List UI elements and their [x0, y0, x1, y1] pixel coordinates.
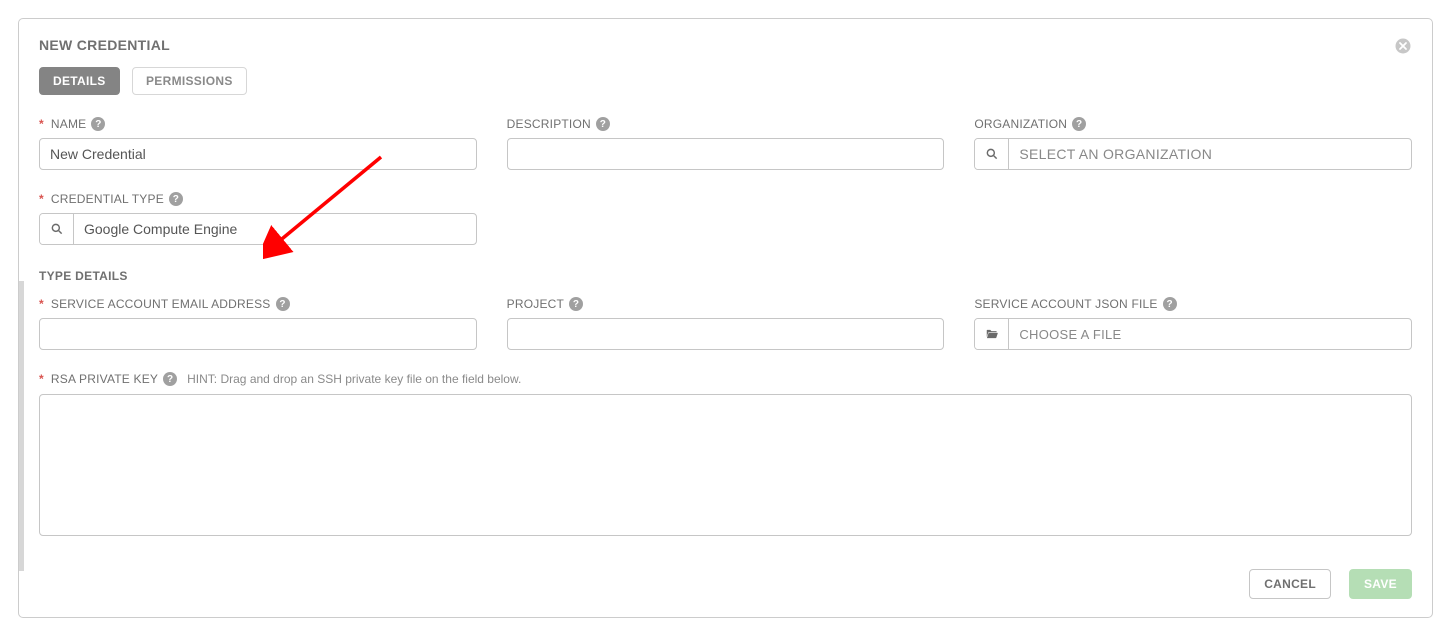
name-input[interactable]: [39, 138, 477, 170]
description-input[interactable]: [507, 138, 945, 170]
description-label: DESCRIPTION ?: [507, 117, 945, 131]
name-label: * NAME ?: [39, 117, 477, 131]
service-account-email-label-text: SERVICE ACCOUNT EMAIL ADDRESS: [51, 297, 271, 311]
panel-title: NEW CREDENTIAL: [39, 37, 1412, 53]
project-label-text: PROJECT: [507, 297, 564, 311]
help-icon[interactable]: ?: [569, 297, 583, 311]
organization-input[interactable]: [1009, 139, 1411, 169]
required-marker: *: [39, 372, 44, 386]
field-credential-type: * CREDENTIAL TYPE ?: [39, 192, 477, 245]
description-label-text: DESCRIPTION: [507, 117, 591, 131]
required-marker: *: [39, 297, 44, 311]
tab-permissions[interactable]: PERMISSIONS: [132, 67, 247, 95]
rsa-label-text: RSA PRIVATE KEY: [51, 372, 158, 386]
help-icon[interactable]: ?: [596, 117, 610, 131]
field-name: * NAME ?: [39, 117, 477, 170]
field-organization: ORGANIZATION ?: [974, 117, 1412, 170]
organization-lookup: [974, 138, 1412, 170]
required-marker: *: [39, 117, 44, 131]
tabs: DETAILS PERMISSIONS: [39, 67, 1412, 95]
required-marker: *: [39, 192, 44, 206]
type-details-header: TYPE DETAILS: [39, 269, 1412, 283]
cancel-button[interactable]: CANCEL: [1249, 569, 1331, 599]
credential-type-input[interactable]: [74, 214, 476, 244]
project-label: PROJECT ?: [507, 297, 945, 311]
name-label-text: NAME: [51, 117, 86, 131]
folder-open-icon[interactable]: [975, 319, 1009, 349]
help-icon[interactable]: ?: [1163, 297, 1177, 311]
json-file-picker[interactable]: CHOOSE A FILE: [974, 318, 1412, 350]
help-icon[interactable]: ?: [169, 192, 183, 206]
field-service-account-email: * SERVICE ACCOUNT EMAIL ADDRESS ?: [39, 297, 477, 350]
close-icon[interactable]: [1394, 37, 1412, 55]
credential-panel: NEW CREDENTIAL DETAILS PERMISSIONS * NAM…: [18, 18, 1433, 618]
organization-label: ORGANIZATION ?: [974, 117, 1412, 131]
rsa-label-row: * RSA PRIVATE KEY ? HINT: Drag and drop …: [39, 372, 1412, 386]
help-icon[interactable]: ?: [91, 117, 105, 131]
help-icon[interactable]: ?: [163, 372, 177, 386]
field-project: PROJECT ?: [507, 297, 945, 350]
json-file-label: SERVICE ACCOUNT JSON FILE ?: [974, 297, 1412, 311]
json-file-placeholder: CHOOSE A FILE: [1009, 319, 1411, 349]
help-icon[interactable]: ?: [276, 297, 290, 311]
credential-type-label: * CREDENTIAL TYPE ?: [39, 192, 477, 206]
rsa-hint: HINT: Drag and drop an SSH private key f…: [187, 372, 521, 386]
service-account-email-input[interactable]: [39, 318, 477, 350]
footer-buttons: CANCEL SAVE: [1249, 569, 1412, 599]
service-account-email-label: * SERVICE ACCOUNT EMAIL ADDRESS ?: [39, 297, 477, 311]
credential-type-label-text: CREDENTIAL TYPE: [51, 192, 164, 206]
credential-type-lookup: [39, 213, 477, 245]
help-icon[interactable]: ?: [1072, 117, 1086, 131]
form-grid-type-details: * SERVICE ACCOUNT EMAIL ADDRESS ? PROJEC…: [39, 297, 1412, 350]
field-description: DESCRIPTION ?: [507, 117, 945, 170]
project-input[interactable]: [507, 318, 945, 350]
rsa-private-key-textarea[interactable]: [39, 394, 1412, 536]
tab-details[interactable]: DETAILS: [39, 67, 120, 95]
rsa-label: * RSA PRIVATE KEY ?: [39, 372, 177, 386]
save-button[interactable]: SAVE: [1349, 569, 1412, 599]
field-json-file: SERVICE ACCOUNT JSON FILE ? CHOOSE A FIL…: [974, 297, 1412, 350]
search-icon[interactable]: [975, 139, 1009, 169]
form-grid-main: * NAME ? DESCRIPTION ? ORGANIZATION ?: [39, 117, 1412, 245]
organization-label-text: ORGANIZATION: [974, 117, 1067, 131]
search-icon[interactable]: [40, 214, 74, 244]
section-indicator-bar: [19, 281, 24, 571]
json-file-label-text: SERVICE ACCOUNT JSON FILE: [974, 297, 1157, 311]
